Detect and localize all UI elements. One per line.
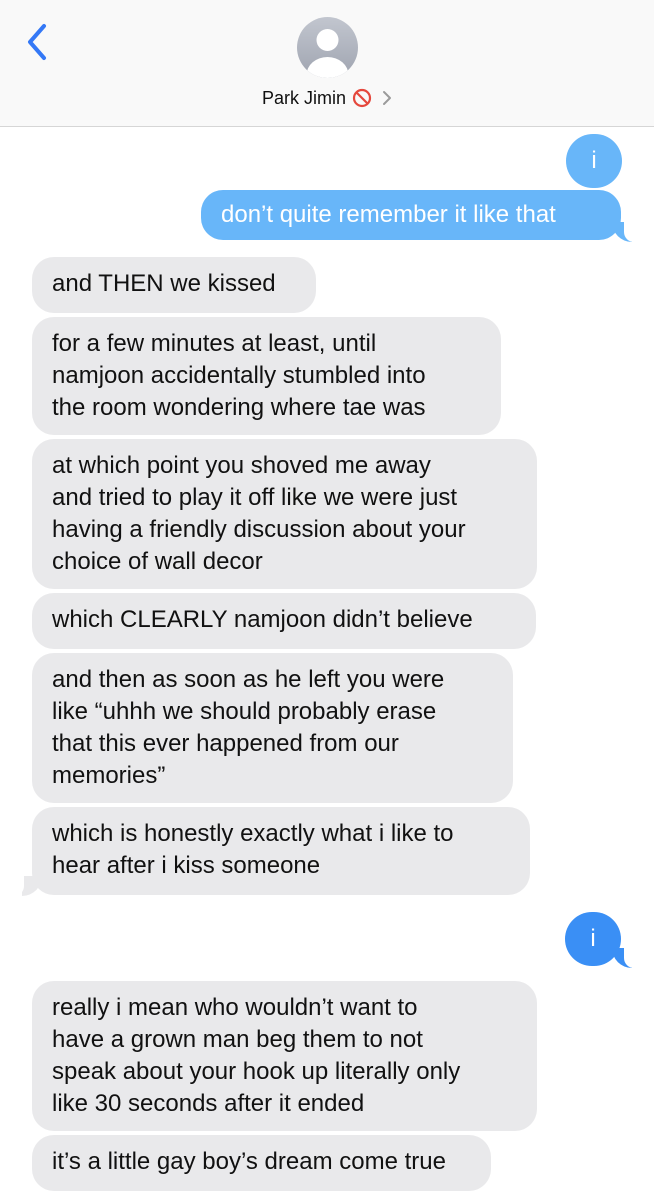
message-line: for a few minutes at least, until bbox=[52, 330, 377, 357]
received-message[interactable]: it’s a little gay boy’s dream come true bbox=[32, 1135, 491, 1191]
message-text: i bbox=[590, 925, 596, 952]
message-line: having a friendly discussion about your bbox=[52, 516, 466, 543]
contact-name: Park Jimin bbox=[261, 88, 346, 108]
received-message[interactable]: at which point you shoved me away and tr… bbox=[32, 439, 537, 589]
blocked-icon bbox=[352, 88, 372, 108]
message-line: like 30 seconds after it ended bbox=[52, 1090, 365, 1117]
message-line: that this ever happened from our bbox=[52, 730, 399, 757]
received-message[interactable]: really i mean who wouldn’t want to have … bbox=[32, 981, 537, 1131]
received-message[interactable]: which CLEARLY namjoon didn’t believe bbox=[32, 593, 536, 649]
message-line: like “uhhh we should probably erase bbox=[52, 698, 437, 725]
avatar[interactable] bbox=[297, 17, 358, 78]
sent-message[interactable]: i bbox=[566, 134, 622, 188]
message-line: really i mean who wouldn’t want to bbox=[52, 994, 418, 1021]
person-icon bbox=[306, 29, 349, 78]
message-text: and THEN we kissed bbox=[52, 270, 276, 297]
chevron-left-icon bbox=[28, 24, 46, 60]
message-line: which is honestly exactly what i like to bbox=[52, 820, 454, 847]
sent-message[interactable]: i bbox=[565, 912, 621, 966]
message-line: the room wondering where tae was bbox=[52, 394, 426, 421]
message-line: memories” bbox=[52, 762, 166, 789]
back-button[interactable] bbox=[22, 22, 52, 62]
bubble-tail bbox=[22, 876, 42, 896]
message-line: hear after i kiss someone bbox=[52, 852, 321, 879]
received-message[interactable]: which is honestly exactly what i like to… bbox=[32, 807, 530, 895]
sent-message[interactable]: don’t quite remember it like that bbox=[201, 190, 621, 240]
contact-info[interactable]: Park Jimin bbox=[0, 86, 654, 110]
message-line: have a grown man beg them to not bbox=[52, 1026, 423, 1053]
message-line: and tried to play it off like we were ju… bbox=[52, 484, 458, 511]
message-line: choice of wall decor bbox=[52, 548, 263, 575]
received-message[interactable]: for a few minutes at least, until namjoo… bbox=[32, 317, 501, 435]
message-text: it’s a little gay boy’s dream come true bbox=[52, 1148, 446, 1175]
message-line: namjoon accidentally stumbled into bbox=[52, 362, 426, 389]
message-text: i bbox=[591, 147, 597, 174]
message-line: and then as soon as he left you were bbox=[52, 666, 445, 693]
message-text: don’t quite remember it like that bbox=[221, 201, 556, 228]
received-message[interactable]: and then as soon as he left you were lik… bbox=[32, 653, 513, 803]
chevron-right-icon bbox=[383, 91, 391, 105]
message-line: at which point you shoved me away bbox=[52, 452, 431, 479]
received-message[interactable]: and THEN we kissed bbox=[32, 257, 316, 313]
message-line: speak about your hook up literally only bbox=[52, 1058, 461, 1085]
conversation-header: Park Jimin bbox=[0, 0, 654, 127]
message-text: which CLEARLY namjoon didn’t believe bbox=[52, 606, 473, 633]
